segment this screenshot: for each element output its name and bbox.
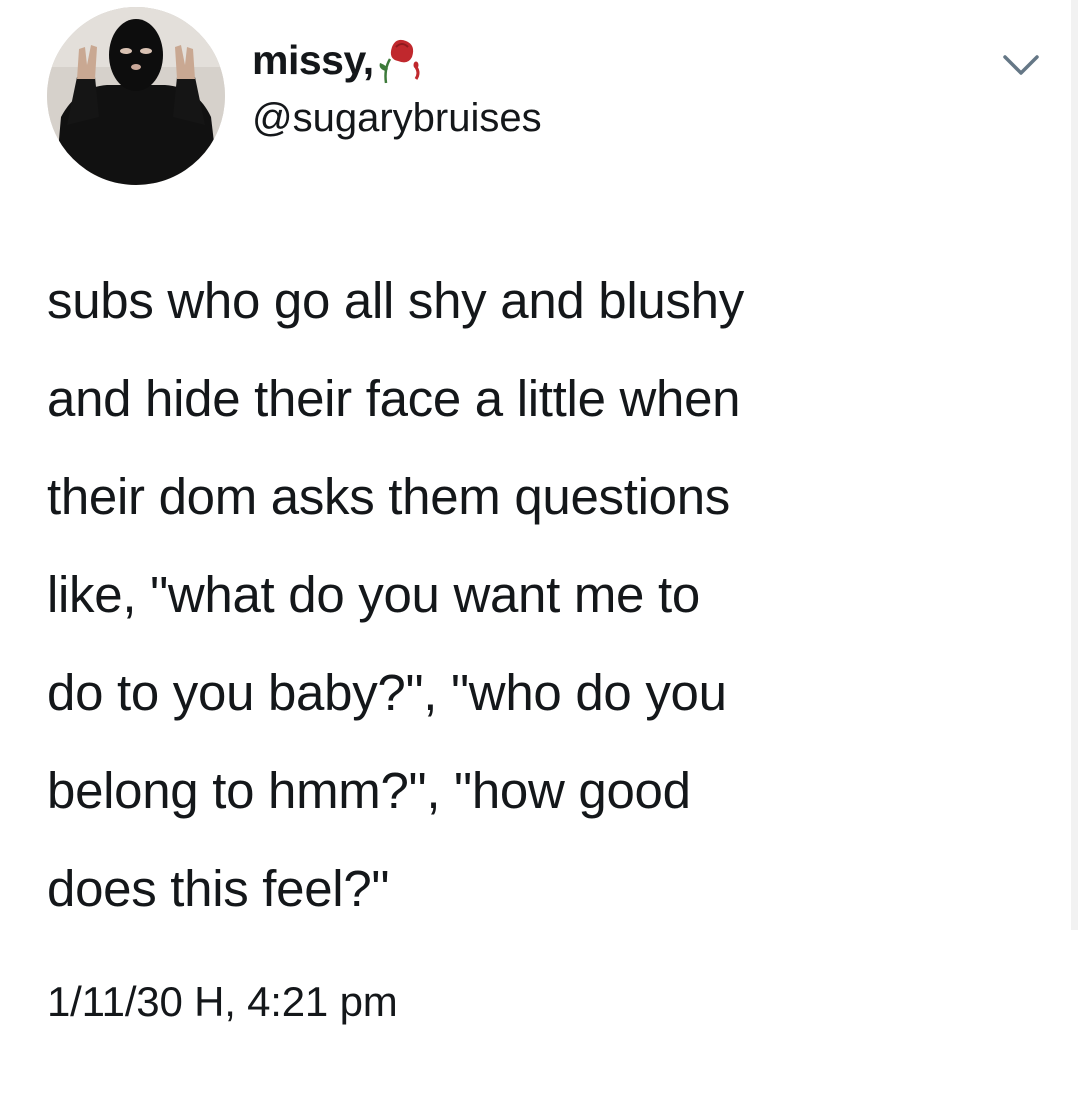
tweet-text-line: subs who go all shy and blushy (47, 272, 744, 329)
tweet-text-line: belong to hmm?", "how good (47, 762, 691, 819)
author-avatar[interactable] (47, 7, 225, 185)
tweet-text-line: their dom asks them questions (47, 468, 730, 525)
wilted-rose-icon (376, 35, 422, 85)
tweet-card: missy, @sugarybruises subs who go all sh… (0, 0, 1078, 1098)
tweet-text-line: does this feel?" (47, 860, 390, 917)
author-handle[interactable]: @sugarybruises (252, 96, 542, 141)
tweet-text-line: do to you baby?", "who do you (47, 664, 727, 721)
author-name-row[interactable]: missy, (252, 34, 422, 86)
tweet-text-line: and hide their face a little when (47, 370, 741, 427)
tweet-text-line: like, "what do you want me to (47, 566, 700, 623)
author-display-name: missy, (252, 36, 374, 83)
tweet-timestamp[interactable]: 1/11/30 H, 4:21 pm (47, 978, 398, 1026)
tweet-text: subs who go all shy and blushy and hide … (47, 252, 1057, 938)
avatar-photo-icon (47, 7, 225, 185)
chevron-down-icon[interactable] (1001, 52, 1041, 78)
right-edge-strip (1071, 0, 1078, 930)
